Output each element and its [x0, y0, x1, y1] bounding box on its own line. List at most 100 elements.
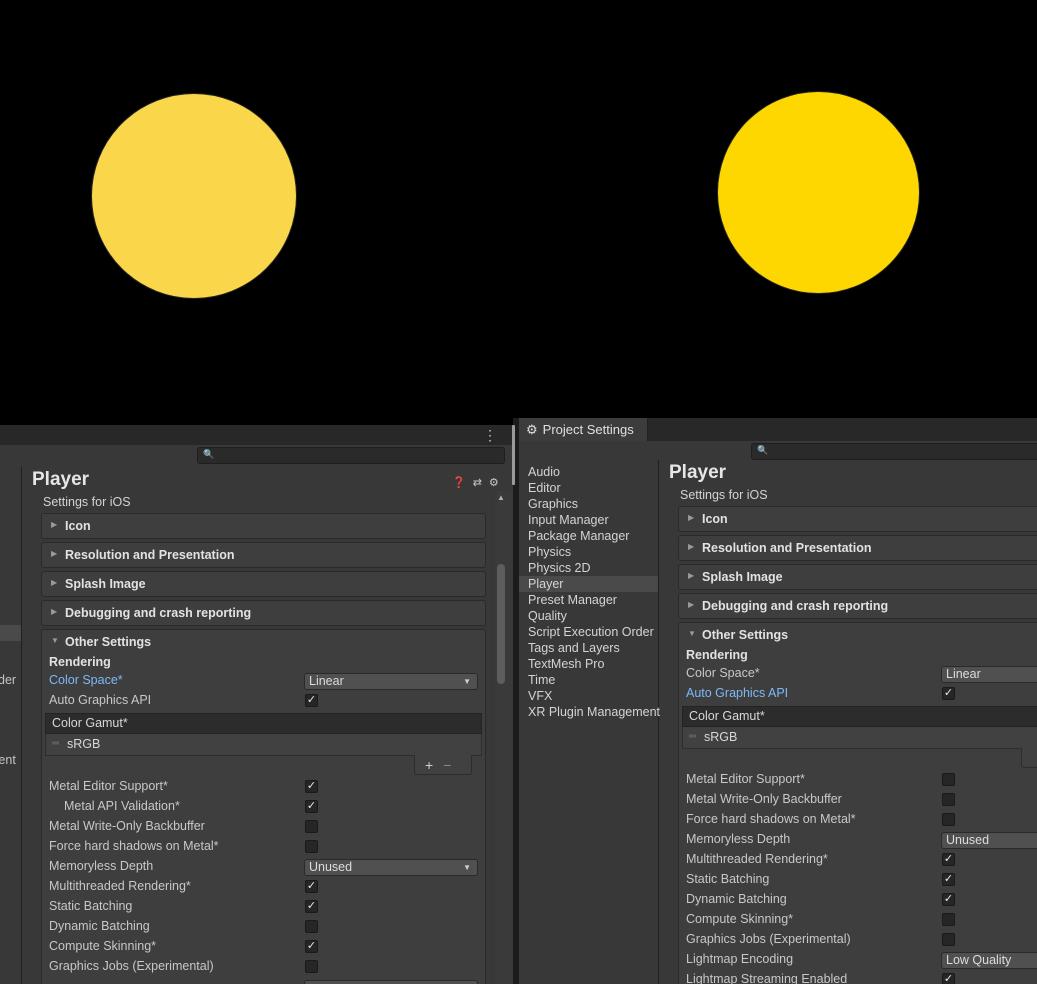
compute-skinning-checkbox[interactable]: ✓ — [305, 940, 318, 953]
static-batching-checkbox[interactable]: ✓ — [305, 900, 318, 913]
scroll-thumb[interactable] — [497, 564, 505, 684]
presets-icon[interactable]: ⇄ — [473, 476, 482, 489]
add-item-button[interactable]: + — [425, 757, 433, 773]
sidebar-item-audio[interactable]: Audio — [519, 464, 658, 480]
foldout-resolution[interactable]: ▶ Resolution and Presentation — [678, 535, 1037, 561]
sidebar-item-input-manager[interactable]: Input Manager — [519, 512, 658, 528]
expanded-arrow-icon[interactable]: ▼ — [688, 629, 696, 638]
sidebar-item-player[interactable]: Player — [519, 576, 658, 592]
metal-api-validation-checkbox[interactable]: ✓ — [305, 800, 318, 813]
page-title: Player — [32, 469, 90, 490]
search-icon: 🔍 — [757, 445, 769, 455]
project-settings-search-input[interactable]: 🔍 — [751, 443, 1037, 460]
collapsed-arrow-icon: ▶ — [51, 578, 58, 587]
strip-fragment-2[interactable]: ment — [0, 753, 16, 767]
other-settings-title[interactable]: Other Settings — [65, 635, 151, 649]
memoryless-depth-dropdown[interactable]: Unused — [941, 832, 1037, 849]
next-row-dropdown-partial[interactable] — [304, 980, 478, 984]
color-gamut-list-item[interactable]: ═ sRGB — [682, 727, 1037, 749]
kebab-menu-icon[interactable]: ⋮ — [483, 428, 497, 442]
drag-handle-icon[interactable]: ═ — [52, 738, 59, 749]
auto-graphics-checkbox[interactable]: ✓ — [305, 694, 318, 707]
sidebar-item-textmesh-pro[interactable]: TextMesh Pro — [519, 656, 658, 672]
foldout-splash[interactable]: ▶ Splash Image — [678, 564, 1037, 590]
sidebar-item-physics-2d[interactable]: Physics 2D — [519, 560, 658, 576]
force-hard-shadows-checkbox[interactable] — [942, 813, 955, 826]
panel-resize-grip[interactable] — [512, 425, 515, 485]
sidebar-item-vfx[interactable]: VFX — [519, 688, 658, 704]
foldout-debugging[interactable]: ▶ Debugging and crash reporting — [41, 600, 486, 626]
sidebar-item-script-execution-order[interactable]: Script Execution Order — [519, 624, 658, 640]
compute-skinning-checkbox[interactable] — [942, 913, 955, 926]
foldout-label: Resolution and Presentation — [65, 548, 235, 562]
sidebar-item-graphics[interactable]: Graphics — [519, 496, 658, 512]
foldout-splash[interactable]: ▶ Splash Image — [41, 571, 486, 597]
foldout-resolution[interactable]: ▶ Resolution and Presentation — [41, 542, 486, 568]
left-search-input[interactable]: 🔍 — [197, 447, 505, 464]
color-space-dropdown[interactable]: Linear — [941, 666, 1037, 683]
expanded-arrow-icon[interactable]: ▼ — [51, 636, 59, 645]
left-inspector-panel: ⋮ 🔍 der ment Player Settings for iOS ▶ I… — [0, 425, 513, 984]
left-search-row: 🔍 — [0, 445, 513, 467]
sidebar-item-package-manager[interactable]: Package Manager — [519, 528, 658, 544]
foldout-icon-section[interactable]: ▶ Icon — [678, 506, 1037, 532]
dropdown-value: Unused — [309, 860, 353, 874]
left-content: Player Settings for iOS ▶ Icon ▶ Resolut… — [23, 467, 495, 984]
dropdown-value: Linear — [309, 674, 344, 688]
drag-handle-icon[interactable]: ═ — [689, 731, 696, 742]
dropdown-value: Low Quality — [946, 953, 1012, 967]
sidebar-item-time[interactable]: Time — [519, 672, 658, 688]
left-category-strip: der ment — [0, 467, 22, 984]
game-view-circle-right — [717, 91, 920, 294]
sidebar-item-physics[interactable]: Physics — [519, 544, 658, 560]
memoryless-depth-label: Memoryless Depth — [686, 832, 791, 846]
caret-down-icon: ▼ — [463, 863, 471, 872]
metal-api-validation-label: Metal API Validation* — [64, 799, 180, 813]
metal-write-only-checkbox[interactable] — [305, 820, 318, 833]
dynamic-batching-checkbox[interactable] — [305, 920, 318, 933]
sidebar-item-quality[interactable]: Quality — [519, 608, 658, 624]
strip-fragment-1[interactable]: der — [0, 673, 16, 687]
metal-editor-support-checkbox[interactable] — [942, 773, 955, 786]
other-settings-section: ▼ Other Settings Rendering Color Space* … — [41, 629, 486, 984]
multithreaded-rendering-label: Multithreaded Rendering* — [49, 879, 191, 893]
graphics-jobs-checkbox[interactable] — [942, 933, 955, 946]
force-hard-shadows-checkbox[interactable] — [305, 840, 318, 853]
lightmap-streaming-label: Lightmap Streaming Enabled — [686, 972, 848, 984]
sidebar-item-editor[interactable]: Editor — [519, 480, 658, 496]
compute-skinning-label: Compute Skinning* — [49, 939, 157, 953]
sidebar-item-preset-manager[interactable]: Preset Manager — [519, 592, 658, 608]
list-add-remove — [1021, 748, 1037, 768]
multithreaded-rendering-checkbox[interactable]: ✓ — [305, 880, 318, 893]
sidebar-item-tags-and-layers[interactable]: Tags and Layers — [519, 640, 658, 656]
foldout-icon-section[interactable]: ▶ Icon — [41, 513, 486, 539]
collapsed-arrow-icon: ▶ — [688, 513, 695, 522]
other-settings-title[interactable]: Other Settings — [702, 628, 788, 642]
left-scrollbar[interactable]: ▲ — [495, 491, 513, 984]
settings-for-label: Settings for iOS — [43, 495, 131, 509]
metal-editor-support-checkbox[interactable]: ✓ — [305, 780, 318, 793]
multithreaded-rendering-checkbox[interactable]: ✓ — [942, 853, 955, 866]
color-space-dropdown[interactable]: Linear ▼ — [304, 673, 478, 690]
gear-icon[interactable]: ⚙ — [489, 476, 499, 489]
foldout-debugging[interactable]: ▶ Debugging and crash reporting — [678, 593, 1037, 619]
dynamic-batching-checkbox[interactable]: ✓ — [942, 893, 955, 906]
lightmap-encoding-dropdown[interactable]: Low Quality — [941, 952, 1037, 969]
foldout-label: Splash Image — [702, 570, 783, 584]
static-batching-checkbox[interactable]: ✓ — [942, 873, 955, 886]
help-icon[interactable]: ❓ — [452, 476, 466, 489]
sidebar-item-xr-plugin-management[interactable]: XR Plugin Management — [519, 704, 660, 720]
rendering-heading: Rendering — [686, 648, 748, 662]
color-gamut-list-item[interactable]: ═ sRGB — [45, 734, 482, 756]
scroll-up-icon[interactable]: ▲ — [497, 493, 505, 502]
tab-project-settings[interactable]: ⚙ Project Settings — [519, 418, 648, 441]
metal-write-only-checkbox[interactable] — [942, 793, 955, 806]
color-space-label: Color Space* — [49, 673, 123, 687]
lightmap-streaming-checkbox[interactable]: ✓ — [942, 973, 955, 984]
remove-item-button[interactable]: − — [443, 757, 451, 773]
memoryless-depth-dropdown[interactable]: Unused ▼ — [304, 859, 478, 876]
auto-graphics-checkbox[interactable]: ✓ — [942, 687, 955, 700]
graphics-jobs-checkbox[interactable] — [305, 960, 318, 973]
strip-selected-item[interactable] — [0, 625, 21, 641]
foldout-label: Icon — [65, 519, 91, 533]
